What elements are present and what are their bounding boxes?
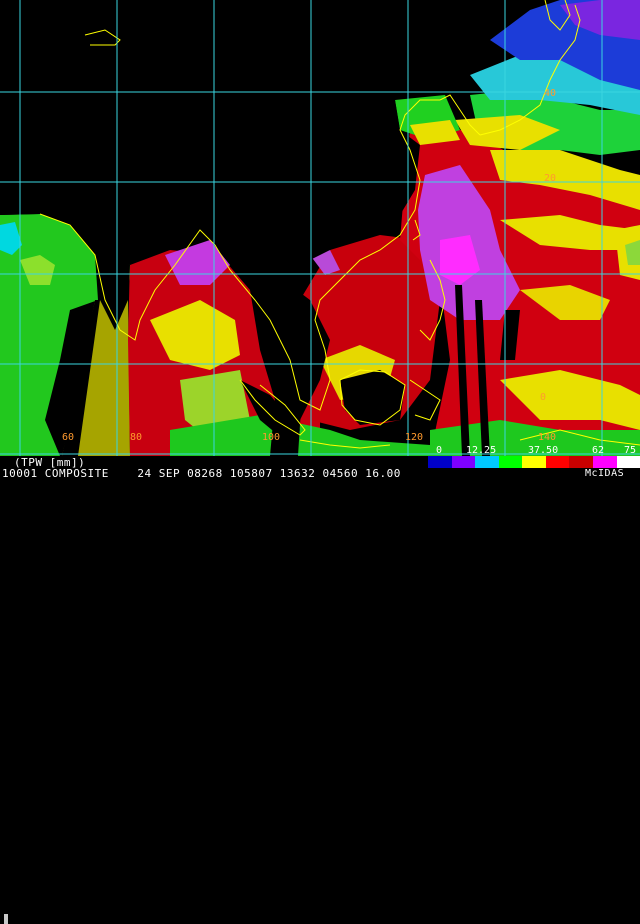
lon-label-80: 80 xyxy=(130,432,142,443)
lat-label-40: 40 xyxy=(544,88,556,99)
legend-swatch xyxy=(546,456,570,468)
legend-swatch xyxy=(428,456,452,468)
legend-swatch xyxy=(569,456,593,468)
lon-label-140: 140 xyxy=(538,432,556,443)
lon-label-100: 100 xyxy=(262,432,280,443)
lat-label-0: 0 xyxy=(540,392,546,403)
mcidas-credit: McIDAS xyxy=(585,468,624,480)
legend-tick-62: 62 xyxy=(592,445,604,456)
legend-swatch xyxy=(522,456,546,468)
lat-label-20: 20 xyxy=(544,173,556,184)
legend-swatch xyxy=(499,456,523,468)
legend-swatch xyxy=(452,456,476,468)
legend-swatch xyxy=(593,456,617,468)
legend-tick-12-25: 12.25 xyxy=(466,445,496,456)
legend-colorbar xyxy=(428,456,640,468)
small-marker xyxy=(4,914,8,924)
legend-tick-37-50: 37.50 xyxy=(528,445,558,456)
legend-swatch xyxy=(617,456,640,468)
lon-label-120: 120 xyxy=(405,432,423,443)
legend-tick-0: 0 xyxy=(436,445,442,456)
lon-label-60: 60 xyxy=(62,432,74,443)
legend-swatch xyxy=(475,456,499,468)
product-info-line: 10001 COMPOSITE 24 SEP 08268 105807 1363… xyxy=(2,468,401,480)
tpw-map: 40 20 0 60 80 100 120 140 xyxy=(0,0,640,480)
legend-tick-75: 75 xyxy=(624,445,636,456)
